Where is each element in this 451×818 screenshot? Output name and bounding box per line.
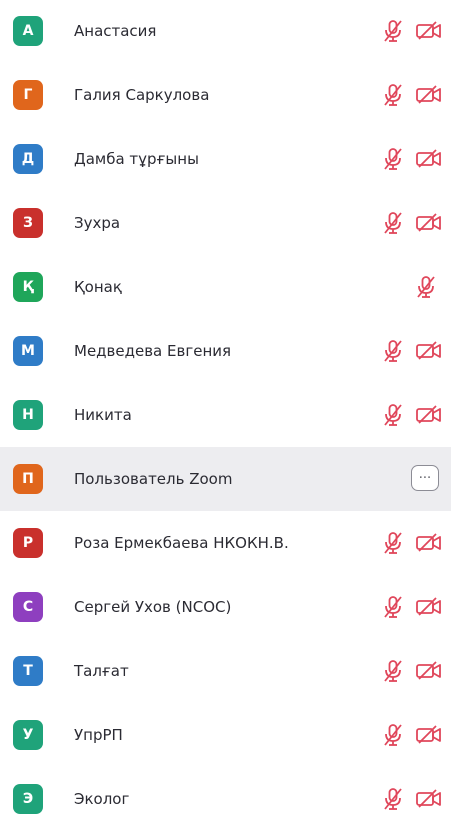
participant-name: Пользователь Zoom	[74, 470, 233, 488]
mic-muted-icon[interactable]	[382, 531, 404, 555]
avatar: Э	[13, 784, 43, 814]
avatar: П	[13, 464, 43, 494]
mic-muted-icon[interactable]	[382, 595, 404, 619]
video-off-icon[interactable]	[415, 596, 443, 618]
avatar: А	[13, 16, 43, 46]
mic-muted-icon[interactable]	[382, 147, 404, 171]
participant-name: Сергей Ухов (NCOC)	[74, 598, 232, 616]
mic-muted-icon[interactable]	[382, 211, 404, 235]
participant-name: Роза Ермекбаева НКОКН.В.	[74, 534, 289, 552]
participant-row[interactable]: Н Никита	[0, 383, 451, 447]
participant-name: Зухра	[74, 214, 121, 232]
participant-name: Галия Саркулова	[74, 86, 210, 104]
participant-name: Никита	[74, 406, 132, 424]
mic-muted-icon[interactable]	[382, 403, 404, 427]
participant-name: УпрРП	[74, 726, 123, 744]
participant-row[interactable]: Қ Қонақ	[0, 255, 451, 319]
video-off-icon[interactable]	[415, 788, 443, 810]
mic-muted-icon[interactable]	[382, 659, 404, 683]
avatar: Т	[13, 656, 43, 686]
avatar: М	[13, 336, 43, 366]
mic-muted-icon[interactable]	[382, 787, 404, 811]
more-options-button[interactable]: ···	[411, 465, 439, 491]
participant-name: Қонақ	[74, 278, 122, 296]
participants-list: А Анастасия Г Галия Саркулова Д Дамба тұрғы…	[0, 0, 451, 818]
video-off-icon[interactable]	[415, 148, 443, 170]
video-off-icon[interactable]	[415, 532, 443, 554]
video-off-icon[interactable]	[415, 404, 443, 426]
participant-name: Дамба тұрғыны	[74, 150, 199, 168]
participant-row[interactable]: Т Талғат	[0, 639, 451, 703]
participant-name: Анастасия	[74, 22, 157, 40]
avatar: Қ	[13, 272, 43, 302]
participant-row[interactable]: Г Галия Саркулова	[0, 63, 451, 127]
avatar: У	[13, 720, 43, 750]
video-off-icon[interactable]	[415, 340, 443, 362]
mic-muted-icon[interactable]	[382, 339, 404, 363]
avatar: З	[13, 208, 43, 238]
video-off-icon[interactable]	[415, 724, 443, 746]
participant-row[interactable]: Э Эколог	[0, 767, 451, 818]
participant-row[interactable]: А Анастасия	[0, 0, 451, 63]
avatar: Д	[13, 144, 43, 174]
video-off-icon[interactable]	[415, 660, 443, 682]
participant-row[interactable]: З Зухра	[0, 191, 451, 255]
participant-row[interactable]: М Медведева Евгения	[0, 319, 451, 383]
participant-name: Талғат	[74, 662, 129, 680]
video-off-icon[interactable]	[415, 212, 443, 234]
avatar: Р	[13, 528, 43, 558]
participant-row[interactable]: П Пользователь Zoom ···	[0, 447, 451, 511]
video-off-icon[interactable]	[415, 20, 443, 42]
avatar: С	[13, 592, 43, 622]
mic-muted-icon[interactable]	[382, 83, 404, 107]
participant-name: Медведева Евгения	[74, 342, 232, 360]
participant-row[interactable]: С Сергей Ухов (NCOC)	[0, 575, 451, 639]
avatar: Г	[13, 80, 43, 110]
participant-row[interactable]: Р Роза Ермекбаева НКОКН.В.	[0, 511, 451, 575]
participant-name: Эколог	[74, 790, 130, 808]
participant-row[interactable]: Д Дамба тұрғыны	[0, 127, 451, 191]
participant-row[interactable]: У УпрРП	[0, 703, 451, 767]
video-off-icon[interactable]	[415, 84, 443, 106]
mic-muted-icon[interactable]	[382, 723, 404, 747]
avatar: Н	[13, 400, 43, 430]
mic-muted-icon[interactable]	[415, 275, 437, 299]
mic-muted-icon[interactable]	[382, 19, 404, 43]
